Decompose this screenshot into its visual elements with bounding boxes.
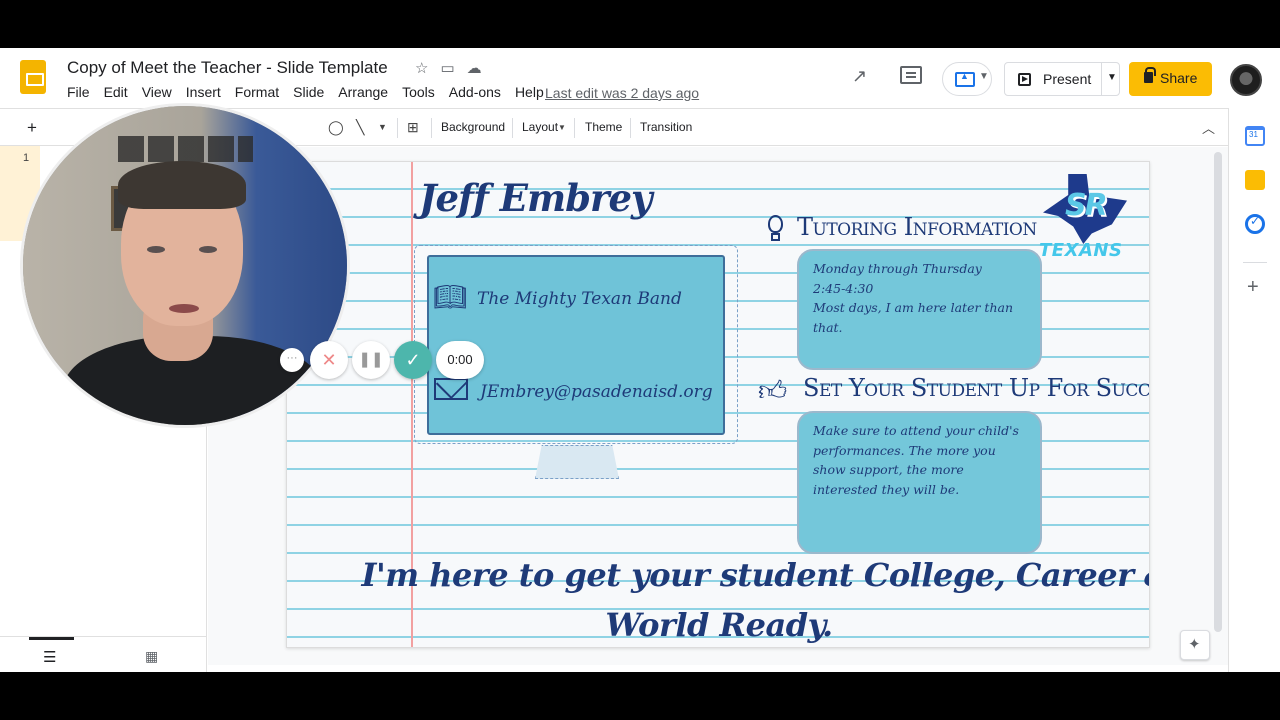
menu-addons[interactable]: Add-ons (449, 84, 501, 100)
toolbar-divider (630, 118, 631, 138)
slide[interactable]: Jeff Embrey 📖︎ The Mighty Texan Band JEm… (286, 161, 1150, 648)
menu-file[interactable]: File (67, 84, 90, 100)
logo-word: TEXANS (1039, 240, 1123, 261)
grid-view-icon[interactable]: ▦ (145, 648, 158, 665)
thumbs-up-icon: 👍︎ (758, 375, 788, 406)
band-name[interactable]: The Mighty Texan Band (477, 289, 682, 309)
success-info-box[interactable]: Make sure to attend your child's perform… (797, 411, 1042, 554)
google-slides-window: Copy of Meet the Teacher - Slide Templat… (0, 48, 1280, 672)
webcam-person-mouth (169, 304, 199, 313)
menu-arrange[interactable]: Arrange (338, 84, 388, 100)
lock-icon (1144, 67, 1156, 83)
tutoring-line: Monday through Thursday (813, 261, 982, 276)
add-addon-icon[interactable]: + (1247, 276, 1259, 299)
background-button[interactable]: Background (441, 120, 505, 134)
menu-slide[interactable]: Slide (293, 84, 324, 100)
chevron-down-icon: ▼ (979, 71, 989, 82)
view-switcher: ☰ ▦ (0, 636, 207, 672)
recording-timer: 0:00 (436, 341, 484, 379)
tutoring-heading[interactable]: Tutoring Information (797, 213, 1037, 241)
present-button[interactable]: Present ▼ (1004, 62, 1120, 96)
keep-icon[interactable] (1245, 170, 1265, 190)
webcam-person-eye (147, 246, 165, 253)
present-divider (1101, 63, 1102, 95)
comment-history-icon[interactable] (900, 66, 922, 84)
line-dropdown-icon[interactable]: ▼ (378, 122, 387, 132)
meet-present-button[interactable]: ▼ (942, 62, 992, 96)
line-icon[interactable]: ╲ (356, 119, 364, 136)
toolbar-divider (512, 118, 513, 138)
toolbar-divider (574, 118, 575, 138)
teacher-email[interactable]: JEmbrey@pasadenaisd.org (480, 382, 713, 402)
active-view-indicator (29, 637, 74, 640)
book-icon: 📖︎ (433, 282, 468, 312)
logo-initials: SR (1065, 188, 1108, 223)
success-heading[interactable]: Set Your Student Up For Success (803, 374, 1149, 402)
canvas-scrollbar[interactable] (1214, 152, 1222, 632)
add-comment-icon[interactable]: ⊞ (407, 119, 419, 136)
finish-recording-icon[interactable]: ✓ (394, 341, 432, 379)
tutoring-line: Most days, I am here later than that. (813, 300, 1013, 335)
last-edit-link[interactable]: Last edit was 2 days ago (545, 85, 699, 101)
slides-logo-icon[interactable] (20, 60, 46, 94)
monitor-stand (535, 445, 619, 479)
menu-bar: File Edit View Insert Format Slide Arran… (67, 84, 544, 100)
menu-help[interactable]: Help (515, 84, 544, 100)
bulb-base (771, 233, 780, 241)
menu-insert[interactable]: Insert (186, 84, 221, 100)
cancel-recording-icon[interactable]: ✕ (310, 341, 348, 379)
explore-button[interactable] (1180, 630, 1210, 660)
account-avatar[interactable] (1230, 64, 1262, 96)
menu-tools[interactable]: Tools (402, 84, 435, 100)
calendar-icon[interactable] (1245, 126, 1265, 146)
transition-button[interactable]: Transition (640, 120, 692, 134)
teacher-name[interactable]: Jeff Embrey (419, 176, 653, 220)
recorder-more-button[interactable]: ··· (280, 348, 304, 372)
title-icons: ☆ ▭ ☁ (415, 59, 482, 77)
collapse-menus-icon[interactable]: ︿ (1202, 118, 1215, 137)
bulb-glass (768, 215, 783, 233)
layout-dropdown-icon[interactable]: ▼ (558, 123, 566, 132)
lightbulb-icon (762, 209, 788, 243)
menu-format[interactable]: Format (235, 84, 279, 100)
webcam-person-hair (118, 161, 246, 209)
activity-trend-icon[interactable]: ↗ (852, 66, 867, 100)
share-button[interactable]: Share (1129, 62, 1212, 96)
cloud-status-icon[interactable]: ☁ (467, 59, 482, 77)
menu-view[interactable]: View (142, 84, 172, 100)
tasks-icon[interactable] (1245, 214, 1265, 234)
present-to-meeting-icon (955, 71, 975, 87)
slogan-line-2[interactable]: World Ready. (287, 606, 1149, 644)
sr-texans-logo[interactable]: SR TEXANS (1039, 174, 1139, 264)
toolbar-divider (431, 118, 432, 138)
document-title[interactable]: Copy of Meet the Teacher - Slide Templat… (67, 58, 388, 78)
theme-button[interactable]: Theme (585, 120, 622, 134)
move-folder-icon[interactable]: ▭ (440, 59, 454, 77)
menu-edit[interactable]: Edit (104, 84, 128, 100)
toolbar-divider (397, 118, 398, 138)
pause-recording-icon[interactable]: ❚❚ (352, 341, 390, 379)
webcam-person-eye (199, 246, 217, 253)
filmstrip-view-icon[interactable]: ☰ (43, 648, 56, 666)
layout-button[interactable]: Layout (522, 120, 558, 134)
side-panel-divider (1243, 262, 1267, 263)
webcam-bubble[interactable] (20, 103, 350, 428)
share-label: Share (1160, 70, 1198, 86)
envelope-icon (434, 378, 468, 400)
present-options-chevron-icon[interactable]: ▼ (1107, 72, 1117, 83)
slogan-line-1[interactable]: I'm here to get your student College, Ca… (335, 556, 1149, 594)
present-label: Present (1043, 71, 1092, 87)
side-panel: + › (1228, 108, 1280, 672)
slideshow-icon (1018, 73, 1031, 86)
webcam-wall-frames (118, 136, 253, 162)
star-icon[interactable]: ☆ (415, 59, 428, 77)
tutoring-line: 2:45-4:30 (813, 280, 874, 296)
tutoring-info-box[interactable]: Monday through Thursday 2:45-4:30 Most d… (797, 249, 1042, 370)
